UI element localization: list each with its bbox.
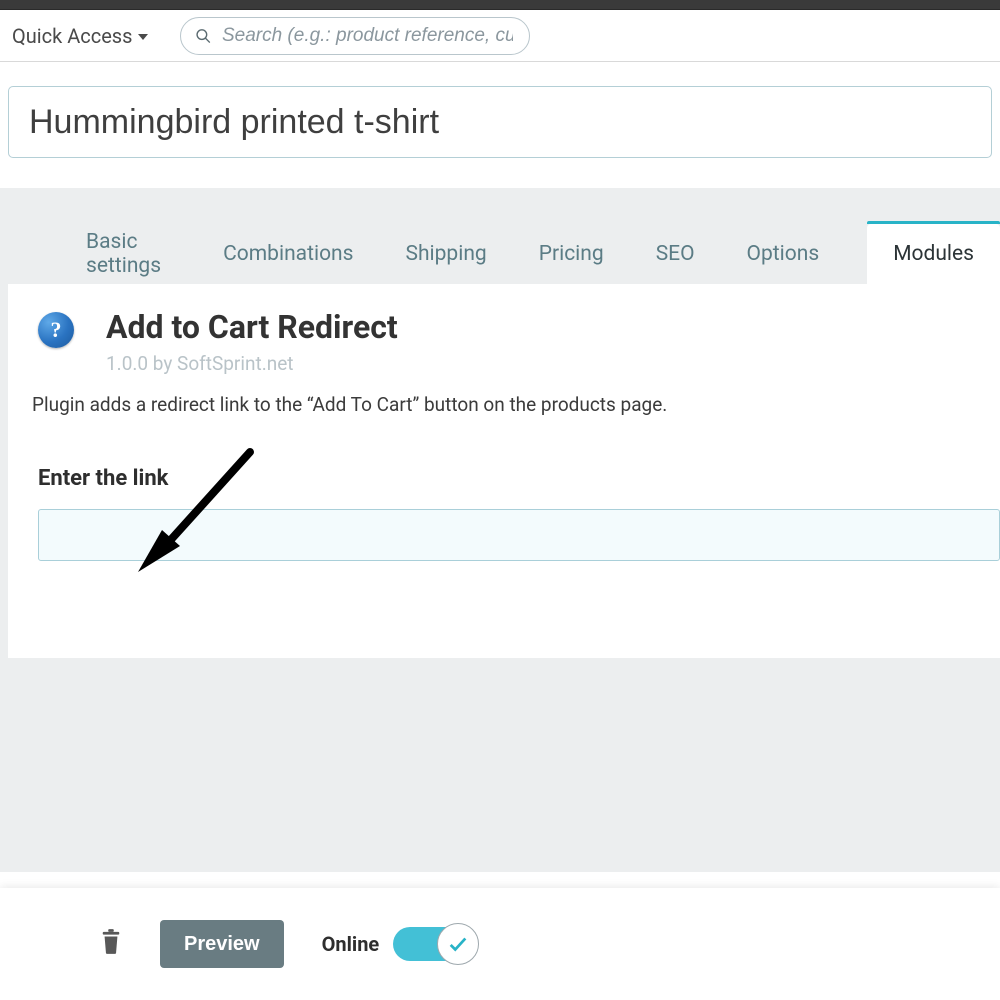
search-input[interactable] (222, 25, 514, 47)
chevron-down-icon (138, 34, 148, 40)
trash-icon (100, 929, 122, 955)
module-head: Add to Cart Redirect 1.0.0 by SoftSprint… (32, 308, 1000, 375)
module-panel: ? Add to Cart Redirect 1.0.0 by SoftSpri… (8, 284, 1000, 658)
online-toggle[interactable] (393, 923, 479, 965)
toggle-knob (437, 923, 479, 965)
search-wrap[interactable] (180, 17, 530, 55)
online-toggle-group: Online (322, 923, 480, 965)
tab-label: Modules (893, 242, 974, 266)
product-name-input[interactable] (8, 86, 992, 158)
footer-bar: Preview Online (0, 888, 1000, 1000)
tab-label: Pricing (539, 242, 604, 266)
tab-combinations[interactable]: Combinations (219, 224, 357, 284)
tab-pricing[interactable]: Pricing (535, 224, 608, 284)
module-title: Add to Cart Redirect (106, 308, 1000, 346)
search-icon (195, 27, 212, 45)
below-panel (0, 658, 1000, 872)
browser-chrome (0, 0, 1000, 10)
help-icon[interactable]: ? (38, 312, 74, 348)
module-description: Plugin adds a redirect link to the “Add … (32, 393, 1000, 416)
quick-access-menu[interactable]: Quick Access (12, 24, 148, 48)
tab-modules[interactable]: Modules (867, 224, 1000, 284)
preview-button[interactable]: Preview (160, 920, 284, 968)
module-subtitle: 1.0.0 by SoftSprint.net (106, 352, 1000, 375)
title-area (0, 62, 1000, 188)
tab-shipping[interactable]: Shipping (401, 224, 490, 284)
online-label: Online (322, 932, 380, 956)
tab-label: Shipping (405, 242, 486, 266)
check-icon (447, 933, 469, 955)
top-bar: Quick Access (0, 10, 1000, 62)
tab-seo[interactable]: SEO (652, 224, 699, 284)
delete-button[interactable] (100, 929, 122, 959)
tab-basic-settings[interactable]: Basic settings (82, 224, 175, 284)
tabs-area: Basic settings Combinations Shipping Pri… (0, 188, 1000, 872)
tab-options[interactable]: Options (743, 224, 824, 284)
tab-label: Combinations (223, 242, 353, 266)
tab-label: Basic settings (86, 230, 171, 278)
tabs: Basic settings Combinations Shipping Pri… (0, 224, 1000, 284)
tab-label: SEO (656, 242, 695, 266)
link-field-label: Enter the link (32, 466, 1000, 491)
tab-label: Options (747, 242, 820, 266)
quick-access-label: Quick Access (12, 24, 132, 48)
redirect-link-input[interactable] (38, 509, 1000, 561)
